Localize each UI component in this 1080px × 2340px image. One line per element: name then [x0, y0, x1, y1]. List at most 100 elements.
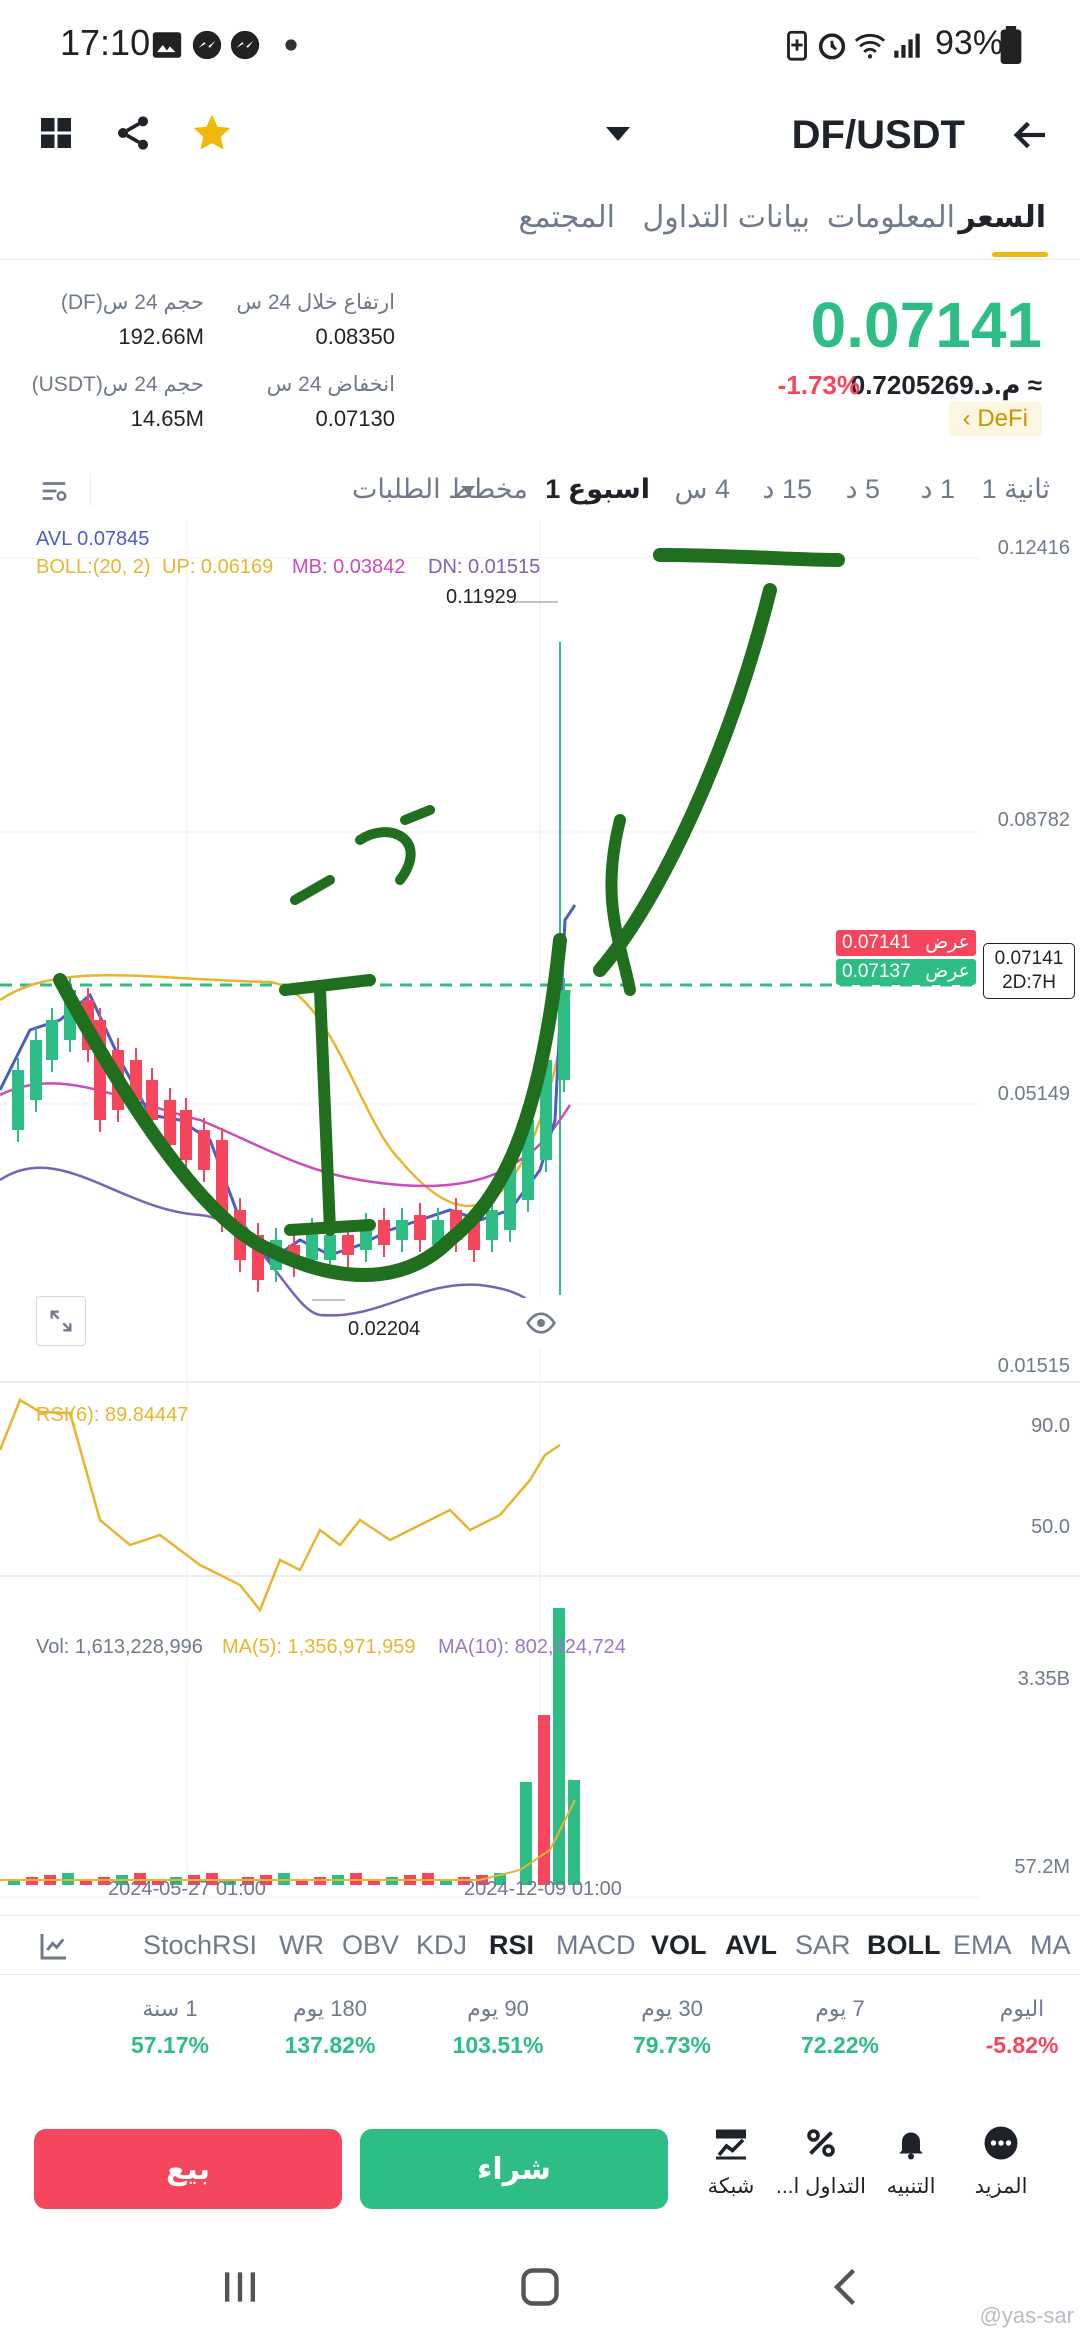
pair-dropdown-icon[interactable] [606, 127, 630, 141]
wifi-icon [854, 33, 886, 59]
rsi-axis-label: 50.0 [1031, 1516, 1070, 1538]
rsi-axis-label: 90.0 [1031, 1415, 1070, 1437]
indicator-ma[interactable]: MA [1030, 1930, 1071, 1961]
vol-base-value: 192.66M [118, 324, 204, 349]
current-price-box: 0.07141 2D:7H [983, 943, 1075, 999]
battery-icon [1000, 26, 1022, 64]
trade-button[interactable]: التداول ا... [776, 2125, 866, 2199]
status-time: 17:10 [60, 22, 151, 63]
perf-value-180d: 137.82% [284, 2032, 376, 2058]
high-24h-value: 0.08350 [315, 324, 395, 349]
image-watermark: @yas-sar [979, 2303, 1074, 2328]
volume-bar [538, 1715, 550, 1885]
low-24h-label: انخفاض 24 س [266, 373, 395, 396]
vol-axis-label: 3.35B [1017, 1668, 1070, 1690]
page-tabs: السعر المعلومات بيانات التداول المجتمع [0, 190, 1080, 260]
indicator-stochrsi[interactable]: StochRSI [143, 1930, 257, 1961]
favorite-star-icon[interactable] [190, 111, 234, 155]
bell-icon [899, 2132, 923, 2160]
candle [486, 1210, 498, 1240]
divider [90, 474, 91, 506]
candle [12, 1070, 24, 1130]
battery-saver-icon [787, 30, 807, 61]
active-tab-indicator [992, 252, 1048, 257]
more-icon [984, 2126, 1018, 2160]
alert-button[interactable]: التنبيه [866, 2125, 956, 2199]
interval-row: ثانية 1 1 د 5 د 15 د 4 س اسبوع 1 مخطط ال… [0, 460, 1080, 520]
indicator-sar[interactable]: SAR [795, 1930, 851, 1961]
buy-button[interactable]: شراء [360, 2129, 668, 2209]
category-tag[interactable]: ‹ DeFi [948, 402, 1042, 436]
interval-5m[interactable]: 5 د [845, 474, 880, 505]
status-bar: 17:10 93% [0, 0, 1080, 90]
rsi-legend: RSI(6): 89.84447 [36, 1404, 189, 1426]
candle [198, 1130, 210, 1170]
perf-label-90d: 90 يوم [467, 1996, 529, 2021]
candle [414, 1215, 426, 1240]
percent-icon [807, 2129, 835, 2157]
indicator-macd[interactable]: MACD [556, 1930, 636, 1961]
perf-label-1y: 1 سنة [142, 1996, 198, 2021]
rsi-line [0, 1398, 561, 1613]
perf-value-1y: 57.17% [130, 2032, 209, 2058]
eye-icon [526, 1312, 556, 1334]
action-bar: بيع شراء شبكة التداول ا... التنبيه المزي… [0, 2115, 1080, 2225]
depth-chart-tab[interactable]: مخطط الطلبات [352, 474, 528, 505]
more-button[interactable]: المزيد [956, 2125, 1046, 2199]
chart-canvas[interactable] [0, 520, 1080, 1905]
sell-button[interactable]: بيع [34, 2129, 342, 2209]
kline-chart[interactable]: AVL 0.07845 BOLL:(20, 2) UP: 0.06169 MB:… [0, 520, 1080, 1905]
grid-trading-label: شبكة [707, 2175, 755, 2198]
vol-quote-value: 14.65M [130, 406, 204, 431]
pair-title[interactable]: DF/USDT [792, 113, 965, 158]
price-change-percent: -1.73% [777, 370, 860, 400]
alert-label: التنبيه [886, 2175, 936, 2198]
home-icon[interactable] [518, 2265, 562, 2309]
indicator-obv[interactable]: OBV [342, 1930, 399, 1961]
interval-4h[interactable]: 4 س [675, 474, 731, 505]
interval-1s[interactable]: ثانية 1 [982, 474, 1050, 505]
bid-price-tag: 0.07137 عرض [836, 959, 976, 985]
recent-apps-icon[interactable] [218, 2265, 262, 2309]
low-24h-value: 0.07130 [315, 406, 395, 431]
grid-trading-button[interactable]: شبكة [686, 2125, 776, 2199]
tab-community[interactable]: المجتمع [518, 200, 615, 235]
interval-15m[interactable]: 15 د [762, 474, 812, 505]
ma10-legend: MA(10): 802,424,724 [438, 1636, 626, 1658]
indicator-kdj[interactable]: KDJ [416, 1930, 467, 1961]
interval-1m[interactable]: 1 د [920, 474, 955, 505]
grid-bot-icon [716, 2129, 746, 2160]
candle-countdown: 2D:7H [1002, 972, 1056, 993]
indicator-vol[interactable]: VOL [651, 1930, 707, 1961]
boll-dn-legend: DN: 0.01515 [428, 556, 541, 578]
boll-legend: BOLL:(20, 2) [36, 556, 151, 578]
chart-settings-icon[interactable] [38, 476, 70, 506]
back-icon[interactable] [826, 2265, 870, 2309]
indicator-ema[interactable]: EMA [953, 1930, 1012, 1961]
gallery-icon [152, 32, 182, 58]
boll-mb-legend: MB: 0.03842 [292, 556, 406, 578]
back-arrow-icon[interactable] [1010, 115, 1050, 155]
indicator-rsi[interactable]: RSI [489, 1930, 534, 1961]
fullscreen-button[interactable] [36, 1296, 86, 1346]
price-axis-label: 0.01515 [997, 1355, 1070, 1377]
indicator-wr[interactable]: WR [279, 1930, 324, 1961]
visibility-toggle[interactable] [516, 1298, 566, 1348]
perf-value-30d: 79.73% [632, 2032, 711, 2058]
ask-price: 0.07141 [842, 932, 911, 953]
price-axis-label: 0.08782 [997, 809, 1070, 831]
annotation-letter [290, 805, 435, 905]
tab-trading-data[interactable]: بيانات التداول [642, 200, 810, 235]
tab-price[interactable]: السعر [958, 200, 1046, 235]
grid-menu-icon[interactable] [38, 115, 74, 151]
indicator-avl[interactable]: AVL [725, 1930, 777, 1961]
tab-info[interactable]: المعلومات [827, 200, 955, 235]
indicator-chart-icon[interactable] [38, 1930, 70, 1962]
indicator-boll[interactable]: BOLL [867, 1930, 941, 1961]
annotation-stroke [605, 814, 636, 996]
system-nav-bar [0, 2235, 1080, 2340]
bid-label: عرض [925, 961, 970, 982]
interval-1w[interactable]: اسبوع 1 [545, 474, 650, 505]
share-icon[interactable] [113, 113, 153, 153]
messenger-icon-2 [230, 30, 260, 60]
